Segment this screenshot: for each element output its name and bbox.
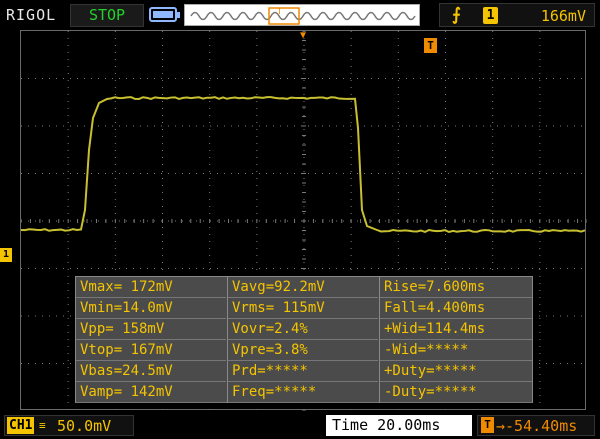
- timebase-scale[interactable]: Time 20.00ms: [326, 415, 472, 436]
- measurement-vtop: Vtop= 167mV: [76, 341, 226, 361]
- trigger-info[interactable]: ⨍ 1 166mV: [439, 3, 595, 27]
- measurement-vmin: Vmin=14.0mV: [76, 299, 226, 319]
- trigger-level: 166mV: [540, 7, 586, 25]
- measurement-vovr: Vovr=2.4%: [228, 320, 378, 340]
- measurement-vpp: Vpp= 158mV: [76, 320, 226, 340]
- measurement-period: Prd=*****: [228, 362, 378, 382]
- measurement-neg-duty: -Duty=*****: [380, 383, 532, 403]
- trigger-source: 1: [483, 7, 498, 24]
- measurement-frequency: Freq=*****: [228, 383, 378, 403]
- time-label: Time: [332, 416, 369, 434]
- measurement-rise: Rise=7.600ms: [380, 278, 532, 298]
- bottom-status-bar: CH1 ≡ 50.0mV Time 20.00ms T →-54.40ms: [0, 411, 600, 439]
- measurement-pos-width: +Wid=114.4ms: [380, 320, 532, 340]
- channel1-ground-icon[interactable]: 1: [0, 248, 12, 262]
- measurement-vrms: Vrms= 115mV: [228, 299, 378, 319]
- channel1-scale[interactable]: CH1 ≡ 50.0mV: [4, 415, 134, 436]
- svg-text:T: T: [277, 7, 282, 16]
- offset-arrow: →: [496, 417, 506, 435]
- rising-edge-icon: ⨍: [452, 5, 461, 25]
- run-stop-status[interactable]: STOP: [70, 4, 144, 27]
- measurement-vbase: Vbas=24.5mV: [76, 362, 226, 382]
- trigger-position-icon[interactable]: ▼: [300, 30, 306, 41]
- time-per-div: 20.00ms: [377, 416, 441, 434]
- coupling-icon: ≡: [39, 419, 46, 432]
- measurement-neg-width: -Wid=*****: [380, 341, 532, 361]
- volts-per-div: 50.0mV: [57, 417, 112, 435]
- memory-strip-icon: T: [184, 4, 420, 26]
- measurement-vavg: Vavg=92.2mV: [228, 278, 378, 298]
- time-offset: -54.40ms: [505, 417, 578, 435]
- brand-logo: RIGOL: [6, 6, 57, 24]
- timebase-offset-icon: T: [481, 417, 494, 433]
- timebase-offset[interactable]: T →-54.40ms: [477, 415, 595, 436]
- measurement-vamp: Vamp= 142mV: [76, 383, 226, 403]
- top-status-bar: RIGOL STOP T ⨍ 1 166mV: [0, 0, 600, 30]
- channel-label: CH1: [7, 417, 35, 434]
- measurement-pos-duty: +Duty=*****: [380, 362, 532, 382]
- measurement-vmax: Vmax= 172mV: [76, 278, 226, 298]
- battery-icon: [149, 7, 180, 22]
- measurement-panel: Vmax= 172mV Vmin=14.0mV Vpp= 158mV Vtop=…: [75, 276, 533, 403]
- measurement-vpre: Vpre=3.8%: [228, 341, 378, 361]
- measurement-fall: Fall=4.400ms: [380, 299, 532, 319]
- trigger-level-icon[interactable]: T: [424, 38, 437, 53]
